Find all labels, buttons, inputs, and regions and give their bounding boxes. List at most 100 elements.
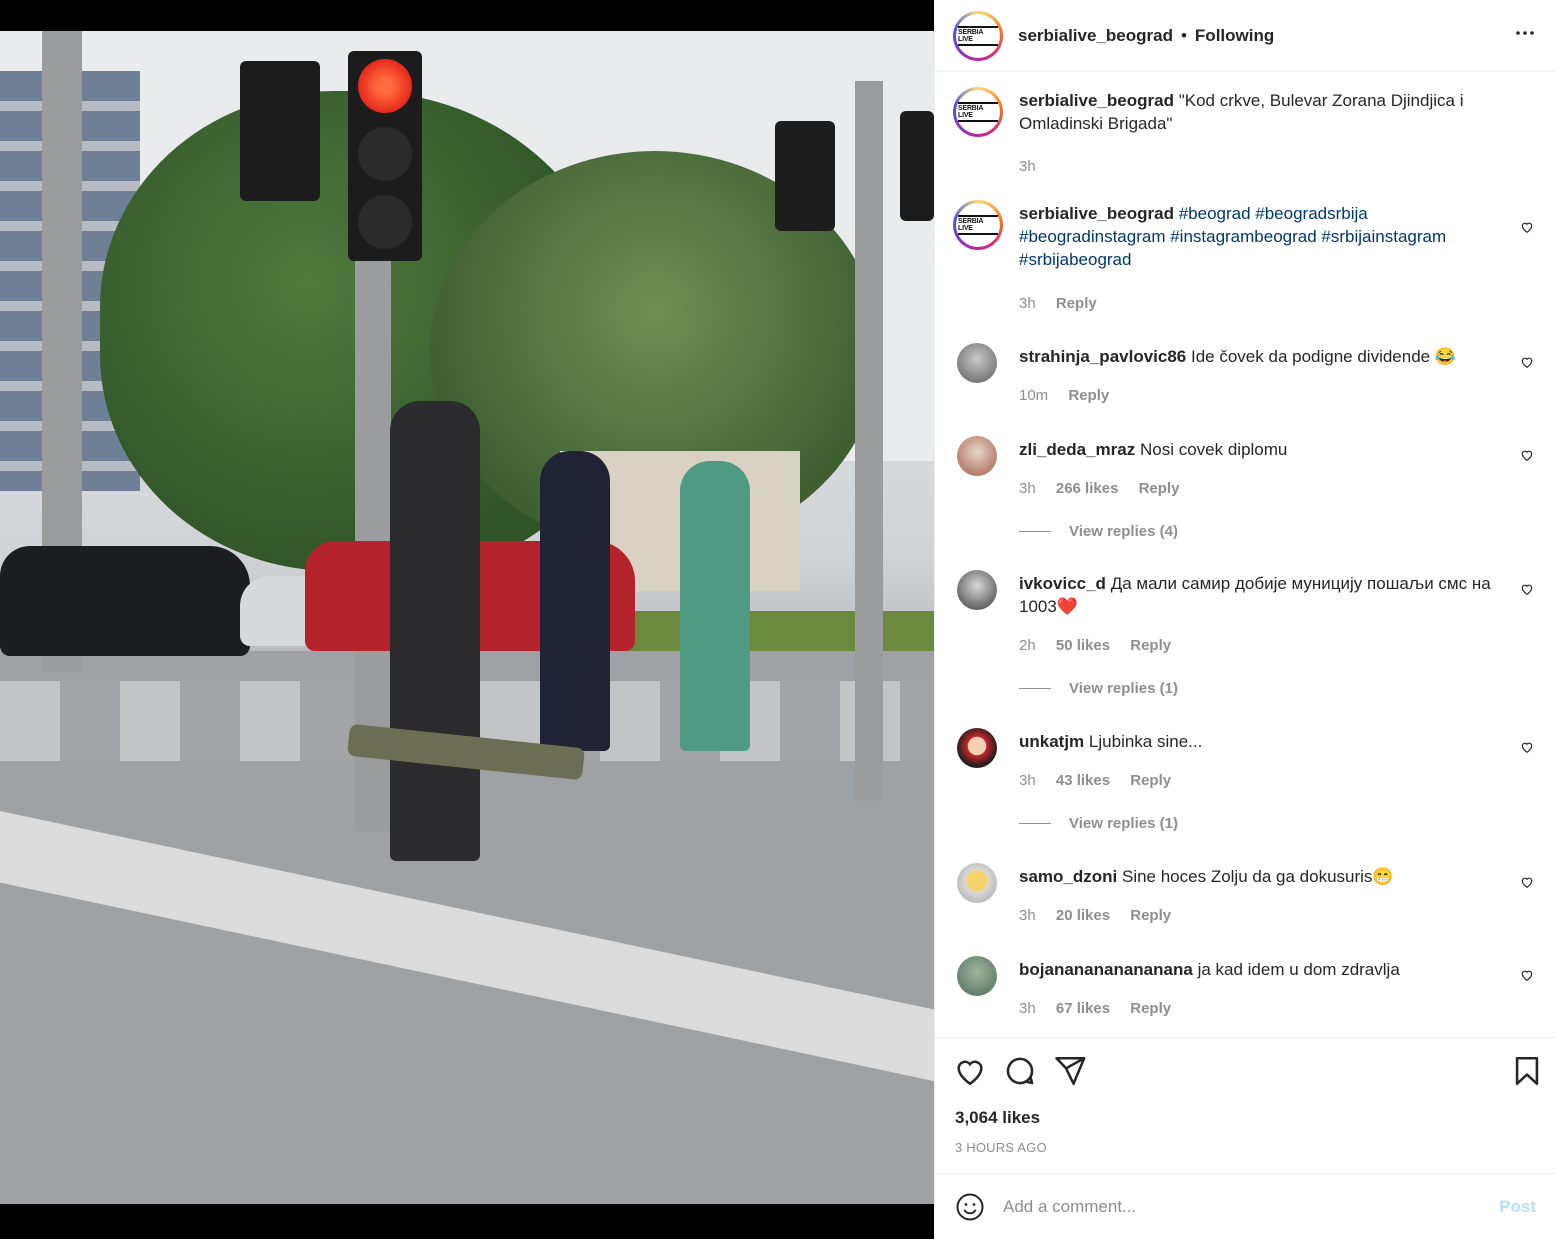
- commenter-avatar[interactable]: [957, 956, 997, 996]
- comment-time: 10m: [1019, 387, 1049, 404]
- serbia-live-logo: SERBIA LIVE: [956, 13, 1000, 58]
- author-avatar[interactable]: SERBIA LIVE: [953, 10, 1003, 61]
- comment-author[interactable]: bojananananananana: [1019, 960, 1193, 979]
- serbia-live-logo: SERBIA LIVE: [956, 203, 1000, 247]
- comment-input[interactable]: Add a comment...: [1003, 1197, 1499, 1217]
- author-avatar[interactable]: SERBIA LIVE: [953, 87, 1003, 137]
- comment-icon[interactable]: [1003, 1054, 1037, 1088]
- comment-likes[interactable]: 50 likes: [1056, 637, 1110, 654]
- commenter-avatar[interactable]: [957, 863, 997, 903]
- caption-author[interactable]: serbialive_beograd: [1019, 91, 1174, 110]
- commenter-avatar[interactable]: [957, 570, 997, 610]
- comment-item: SERBIA LIVE serbialive_beograd #beograd …: [953, 200, 1538, 315]
- heart-icon[interactable]: [1520, 740, 1534, 754]
- logo-text: SERBIA LIVE: [958, 215, 998, 235]
- comment-body: Nosi covek diplomu: [1139, 440, 1288, 459]
- commenter-avatar[interactable]: [957, 436, 997, 476]
- following-button[interactable]: Following: [1195, 26, 1274, 46]
- add-comment-bar: Add a comment... Post: [935, 1173, 1555, 1239]
- comment-body: ja kad idem u dom zdravlja: [1197, 960, 1400, 979]
- reply-button[interactable]: Reply: [1130, 772, 1171, 789]
- comment-likes[interactable]: 43 likes: [1056, 772, 1110, 789]
- comment-meta: 2h 50 likes Reply: [1019, 637, 1187, 654]
- caption: SERBIA LIVE serbialive_beograd "Kod crkv…: [953, 87, 1538, 187]
- heart-icon[interactable]: [1520, 582, 1534, 596]
- reply-button[interactable]: Reply: [1130, 1000, 1171, 1017]
- comment-meta: 3h 67 likes Reply: [1019, 1000, 1187, 1017]
- commenter-avatar[interactable]: [957, 728, 997, 768]
- reply-button[interactable]: Reply: [1130, 637, 1171, 654]
- lamp: [358, 195, 412, 249]
- comment-item: strahinja_pavlovic86 Ide čovek da podign…: [953, 343, 1538, 413]
- paper-plane-icon[interactable]: [1053, 1054, 1087, 1088]
- reply-button[interactable]: Reply: [1056, 295, 1097, 312]
- comment-item: zli_deda_mraz Nosi covek diplomu 3h 266 …: [953, 436, 1538, 546]
- comment-meta: 10m Reply: [1019, 387, 1125, 404]
- author-username[interactable]: serbialive_beograd: [1018, 26, 1173, 46]
- photo-pole: [855, 81, 883, 801]
- comment-author[interactable]: unkatjm: [1019, 732, 1084, 751]
- reply-button[interactable]: Reply: [1139, 480, 1180, 497]
- separator-dot: •: [1180, 25, 1187, 45]
- lamp: [358, 127, 412, 181]
- comment-meta: 3h 20 likes Reply: [1019, 907, 1187, 924]
- heart-icon[interactable]: [1520, 220, 1534, 234]
- post-panel: SERBIA LIVE serbialive_beograd • Followi…: [934, 0, 1555, 1239]
- comment-author[interactable]: serbialive_beograd: [1019, 204, 1174, 223]
- comment-time: 3h: [1019, 907, 1036, 924]
- heart-icon[interactable]: [953, 1054, 987, 1088]
- caption-text: serbialive_beograd "Kod crkve, Bulevar Z…: [1019, 89, 1499, 135]
- photo-girl: [680, 461, 750, 751]
- comment-author[interactable]: zli_deda_mraz: [1019, 440, 1135, 459]
- comment-time: 2h: [1019, 637, 1036, 654]
- comment-author[interactable]: ivkovicc_d: [1019, 574, 1106, 593]
- view-replies-button[interactable]: View replies (1): [1019, 815, 1178, 832]
- heart-icon[interactable]: [1520, 355, 1534, 369]
- comment-text: zli_deda_mraz Nosi covek diplomu: [1019, 438, 1499, 461]
- post-timestamp[interactable]: 3 HOURS AGO: [955, 1140, 1047, 1155]
- comment-meta: 3h 266 likes Reply: [1019, 480, 1195, 497]
- heart-icon[interactable]: [1520, 448, 1534, 462]
- comment-text: unkatjm Ljubinka sine...: [1019, 730, 1499, 753]
- reply-button[interactable]: Reply: [1068, 387, 1109, 404]
- author-avatar[interactable]: SERBIA LIVE: [953, 200, 1003, 250]
- post-header: SERBIA LIVE serbialive_beograd • Followi…: [935, 0, 1555, 72]
- serbia-live-logo: SERBIA LIVE: [956, 90, 1000, 134]
- view-replies-label: View replies (1): [1069, 815, 1178, 832]
- comment-likes[interactable]: 20 likes: [1056, 907, 1110, 924]
- commenter-avatar[interactable]: [957, 343, 997, 383]
- comment-item: ivkovicc_d Да мали самир добије муницију…: [953, 570, 1538, 700]
- view-replies-button[interactable]: View replies (4): [1019, 523, 1178, 540]
- post-media[interactable]: [0, 0, 934, 1239]
- comment-item: bojananananananana ja kad idem u dom zdr…: [953, 956, 1538, 1026]
- heart-icon[interactable]: [1520, 875, 1534, 889]
- traffic-light: [900, 111, 934, 221]
- comment-text: ivkovicc_d Да мали самир добије муницију…: [1019, 572, 1499, 618]
- heart-icon[interactable]: [1520, 968, 1534, 982]
- post-photo[interactable]: [0, 31, 934, 1204]
- comment-meta: 3h 43 likes Reply: [1019, 772, 1187, 789]
- red-lamp: [358, 59, 412, 113]
- photo-woman: [540, 451, 610, 751]
- logo-text: SERBIA LIVE: [958, 102, 998, 122]
- comment-item: samo_dzoni Sine hoces Zolju da ga dokusu…: [953, 863, 1538, 933]
- comment-likes[interactable]: 67 likes: [1056, 1000, 1110, 1017]
- comment-meta: 3h Reply: [1019, 295, 1113, 312]
- smiley-icon[interactable]: [955, 1192, 985, 1222]
- likes-count[interactable]: 3,064 likes: [955, 1108, 1040, 1128]
- caption-time: 3h: [1019, 158, 1036, 175]
- comments-list[interactable]: SERBIA LIVE serbialive_beograd "Kod crkv…: [935, 73, 1555, 1036]
- comment-body: Ljubinka sine...: [1088, 732, 1203, 751]
- reply-button[interactable]: Reply: [1130, 907, 1171, 924]
- comment-time: 3h: [1019, 295, 1036, 312]
- bookmark-icon[interactable]: [1510, 1054, 1544, 1088]
- more-options-icon[interactable]: [1513, 21, 1537, 51]
- photo-car: [0, 546, 250, 656]
- comment-body: Ide čovek da podigne dividende 😂: [1191, 347, 1457, 366]
- post-button[interactable]: Post: [1499, 1197, 1536, 1217]
- comment-time: 3h: [1019, 772, 1036, 789]
- comment-author[interactable]: strahinja_pavlovic86: [1019, 347, 1186, 366]
- view-replies-button[interactable]: View replies (1): [1019, 680, 1178, 697]
- comment-author[interactable]: samo_dzoni: [1019, 867, 1117, 886]
- comment-likes[interactable]: 266 likes: [1056, 480, 1119, 497]
